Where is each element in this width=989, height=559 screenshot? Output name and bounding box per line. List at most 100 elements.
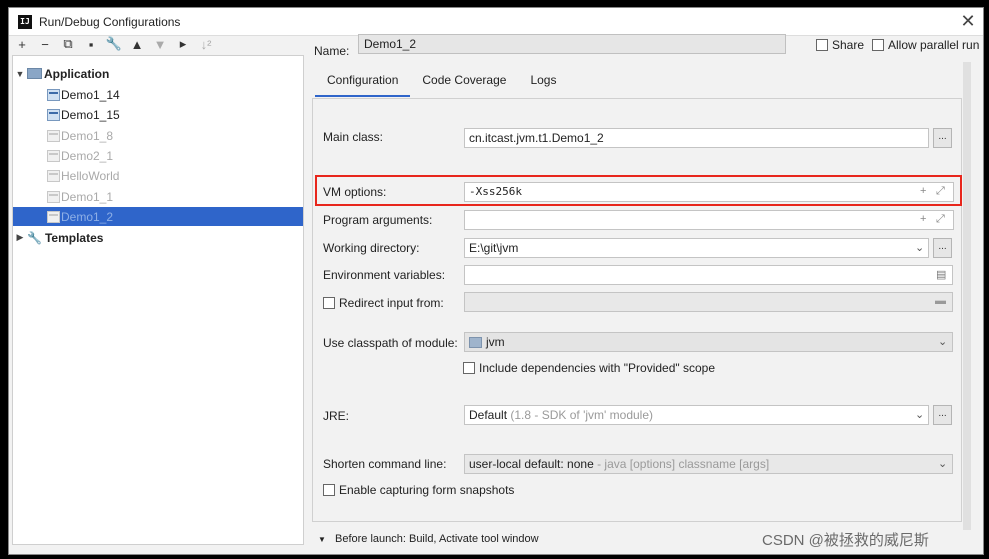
shorten-hint: - java [options] classname [args] [597, 457, 770, 471]
close-icon[interactable]: ✕ [959, 11, 977, 31]
tab-logs[interactable]: Logs [518, 67, 568, 97]
redirect-input-label: Redirect input from: [339, 296, 444, 310]
classpath-module-value: jvm [486, 335, 505, 349]
tree-node-label: Templates [44, 230, 104, 245]
triangle-down-icon[interactable]: ▼ [318, 535, 326, 544]
name-field[interactable]: Demo1_2 [358, 34, 786, 54]
checkbox-box[interactable] [323, 297, 335, 309]
config-tabs: Configuration Code Coverage Logs [315, 67, 568, 97]
jre-hint: (1.8 - SDK of 'jvm' module) [510, 408, 653, 422]
jre-browse-button[interactable]: ... [933, 405, 952, 425]
sort-icon[interactable]: ↓² [196, 34, 216, 54]
enable-snapshots-label: Enable capturing form snapshots [339, 483, 515, 497]
main-class-label: Main class: [323, 130, 384, 144]
config-tree: ▼ Application Demo1_14 Demo1_15 Demo1_8 … [12, 55, 304, 545]
highlight-annotation [315, 175, 962, 206]
tree-item-demo1-2[interactable]: Demo1_2 [13, 207, 303, 226]
tree-node-templates[interactable]: ▶ 🔧 Templates [13, 228, 303, 247]
plus-icon[interactable]: + [920, 213, 926, 225]
app-config-icon [47, 108, 60, 121]
save-icon[interactable]: ▪ [81, 34, 101, 54]
tree-item-demo1-15[interactable]: Demo1_15 [13, 105, 303, 124]
checkbox-box[interactable] [463, 362, 475, 374]
tree-item-demo1-8[interactable]: Demo1_8 [13, 126, 303, 145]
working-directory-label: Working directory: [323, 241, 420, 255]
document-icon[interactable]: ▤ [936, 268, 946, 281]
working-directory-field[interactable]: E:\git\jvm [464, 238, 929, 258]
name-label: Name: [314, 44, 350, 58]
tree-item-label: Demo1_14 [61, 87, 120, 102]
shorten-command-line-select[interactable]: user-local default: none - java [options… [464, 454, 953, 474]
app-config-icon [47, 190, 60, 203]
move-up-icon[interactable]: ▲ [127, 34, 147, 54]
title-bar: IJ Run/Debug Configurations ✕ [9, 8, 983, 36]
tree-item-demo1-1[interactable]: Demo1_1 [13, 187, 303, 206]
main-class-browse-button[interactable]: ... [933, 128, 952, 148]
parallel-label: Allow parallel run [888, 38, 980, 52]
vertical-scrollbar[interactable] [963, 62, 971, 530]
chevron-down-icon[interactable]: ⌄ [915, 408, 924, 421]
tab-code-coverage[interactable]: Code Coverage [410, 67, 518, 97]
module-icon [469, 337, 482, 349]
include-dependencies-checkbox[interactable]: Include dependencies with "Provided" sco… [463, 361, 715, 375]
add-icon[interactable]: + [12, 34, 32, 54]
application-folder-icon [27, 68, 42, 79]
expand-icon[interactable]: ⤢ [936, 213, 945, 226]
move-down-icon[interactable]: ▼ [150, 34, 170, 54]
tree-item-label: Demo1_2 [61, 209, 114, 224]
copy-icon[interactable]: ⧉ [58, 34, 78, 54]
include-dependencies-label: Include dependencies with "Provided" sco… [479, 361, 716, 375]
classpath-module-select[interactable]: jvm [464, 332, 953, 352]
tree-item-label: Demo1_1 [61, 189, 114, 204]
checkbox-box[interactable] [323, 484, 335, 496]
app-config-icon [47, 149, 60, 162]
allow-parallel-run-checkbox[interactable]: Allow parallel run [872, 38, 979, 52]
tree-item-helloworld[interactable]: HelloWorld [13, 166, 303, 185]
intellij-icon: IJ [18, 14, 32, 29]
tree-item-label: Demo1_8 [61, 128, 114, 143]
watermark: CSDN @被拯救的威尼斯 [762, 532, 929, 549]
tree-item-label: HelloWorld [61, 168, 120, 183]
folder-icon[interactable]: ▬ [935, 295, 946, 307]
app-config-icon [47, 88, 60, 101]
environment-variables-field[interactable] [464, 265, 953, 285]
jre-select[interactable]: Default (1.8 - SDK of 'jvm' module) [464, 405, 929, 425]
checkbox-box[interactable] [872, 39, 884, 51]
chevron-down-icon[interactable]: ⌄ [915, 241, 924, 254]
tree-item-label: Demo1_15 [61, 107, 120, 122]
config-toolbar: + − ⧉ ▪ 🔧 ▲ ▼ ▸ ↓² [12, 33, 216, 55]
wrench-icon[interactable]: 🔧 [104, 34, 124, 54]
chevron-down-icon[interactable]: ⌄ [938, 457, 947, 470]
environment-variables-label: Environment variables: [323, 268, 446, 282]
chevron-right-icon[interactable]: ▶ [13, 232, 27, 243]
app-config-icon [47, 169, 60, 182]
chevron-down-icon[interactable]: ⌄ [938, 335, 947, 348]
program-arguments-field[interactable] [464, 210, 954, 230]
redirect-input-checkbox[interactable]: Redirect input from: [323, 296, 444, 310]
wrench-icon: 🔧 [27, 230, 42, 245]
tab-configuration[interactable]: Configuration [315, 67, 411, 97]
program-arguments-label: Program arguments: [323, 213, 433, 227]
share-checkbox[interactable]: Share [816, 38, 864, 52]
before-launch-section[interactable]: ▼ Before launch: Build, Activate tool wi… [318, 533, 539, 545]
remove-icon[interactable]: − [35, 34, 55, 54]
checkbox-box[interactable] [816, 39, 828, 51]
enable-snapshots-checkbox[interactable]: Enable capturing form snapshots [323, 483, 514, 497]
jre-value: Default [469, 408, 508, 422]
classpath-module-label: Use classpath of module: [323, 336, 458, 350]
tree-node-application[interactable]: ▼ Application [13, 64, 303, 83]
folder-icon[interactable]: ▸ [173, 34, 193, 54]
tree-item-demo2-1[interactable]: Demo2_1 [13, 146, 303, 165]
share-label: Share [832, 38, 865, 52]
tree-item-demo1-14[interactable]: Demo1_14 [13, 85, 303, 104]
tree-node-label: Application [44, 66, 110, 81]
jre-label: JRE: [323, 409, 350, 423]
window-title: Run/Debug Configurations [39, 14, 181, 29]
main-class-field[interactable]: cn.itcast.jvm.t1.Demo1_2 [464, 128, 929, 148]
app-config-icon [47, 129, 60, 142]
shorten-value: user-local default: none [469, 457, 594, 471]
redirect-input-field[interactable] [464, 292, 953, 312]
before-launch-label: Before launch: Build, Activate tool wind… [334, 533, 539, 545]
working-directory-browse-button[interactable]: ... [933, 238, 952, 258]
chevron-down-icon[interactable]: ▼ [13, 69, 27, 79]
